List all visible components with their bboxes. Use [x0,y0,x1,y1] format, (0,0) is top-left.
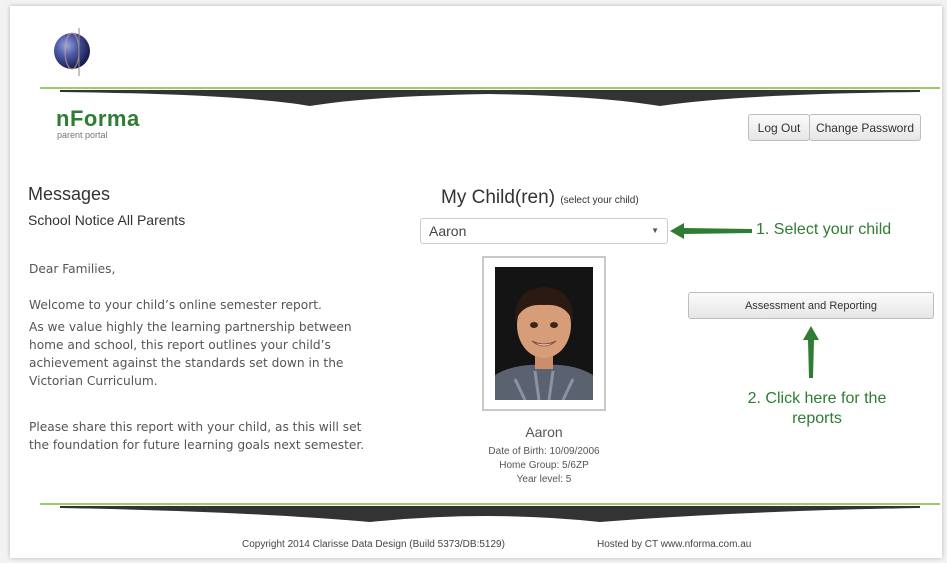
brand-name: nForma [56,106,140,131]
children-heading: My Child(ren) (select your child) [441,187,639,209]
footer-copyright: Copyright 2014 Clarisse Data Design (Bui… [242,539,505,550]
message-paragraph: As we value highly the learning partners… [29,320,352,388]
arrow-up-icon [802,326,820,383]
children-title: My Child(ren) [441,187,556,208]
step2-annotation: 2. Click here for the reports [747,390,887,427]
brand-subtitle: parent portal [57,130,108,140]
child-year-level: Year level: 5 [516,474,572,485]
assessment-reporting-button[interactable]: Assessment and Reporting [688,292,934,319]
message-body: Dear Families, Welcome to your child’s o… [29,260,381,454]
step1-annotation: 1. Select your child [756,221,892,238]
message-paragraph: Dear Families, [29,262,116,276]
child-dob: Date of Birth: 10/09/2006 [488,446,600,457]
portal-page: nForma parent portal Log Out Change Pass… [10,6,942,558]
message-subject: School Notice All Parents [28,212,186,228]
message-paragraph: Please share this report with your child… [29,420,365,452]
globe-logo-icon [46,24,100,78]
children-hint: (select your child) [560,195,639,206]
child-name: Aaron [525,424,563,440]
child-select-value: Aaron [429,223,467,239]
message-paragraph: Welcome to your child’s online semester … [29,298,322,312]
brand: nForma parent portal [56,106,140,141]
footer-swoosh [40,503,940,522]
child-photo [495,267,593,400]
logout-button[interactable]: Log Out [748,114,810,141]
child-home-group: Home Group: 5/6ZP [499,460,589,471]
chevron-down-icon: ▼ [651,226,659,235]
child-select[interactable]: Aaron ▼ [420,218,668,244]
footer-hosted: Hosted by CT www.nforma.com.au [597,539,752,550]
child-photo-frame [482,256,606,411]
arrow-left-icon [670,222,752,245]
messages-title: Messages [28,184,111,204]
change-password-button[interactable]: Change Password [809,114,921,141]
child-details: Date of Birth: 10/09/2006 Home Group: 5/… [462,445,626,487]
